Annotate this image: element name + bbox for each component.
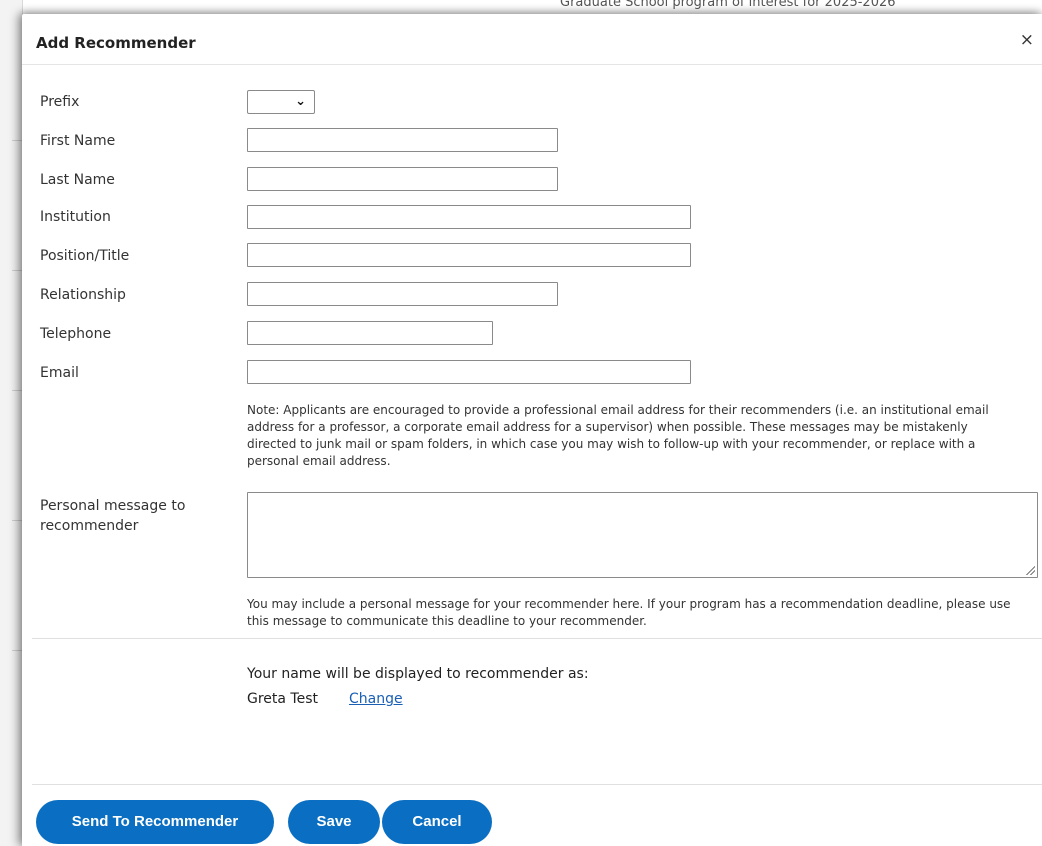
relationship-label: Relationship xyxy=(40,287,126,303)
telephone-input[interactable] xyxy=(247,321,493,345)
chevron-down-icon: ⌄ xyxy=(295,94,306,109)
background-divider xyxy=(12,390,22,391)
cancel-button[interactable]: Cancel xyxy=(382,800,492,844)
dialog-title: Add Recommender xyxy=(36,34,196,52)
last-name-label: Last Name xyxy=(40,172,115,188)
section-divider xyxy=(32,638,1042,639)
background-divider xyxy=(12,140,22,141)
display-name-label: Your name will be displayed to recommend… xyxy=(247,666,589,682)
prefix-label: Prefix xyxy=(40,94,80,110)
send-to-recommender-button[interactable]: Send To Recommender xyxy=(36,800,274,844)
prefix-select[interactable]: ⌄ xyxy=(247,90,315,114)
first-name-input[interactable] xyxy=(247,128,558,152)
background-divider xyxy=(12,650,22,651)
institution-input[interactable] xyxy=(247,205,691,229)
telephone-label: Telephone xyxy=(40,326,112,342)
personal-message-note: You may include a personal message for y… xyxy=(247,597,1011,628)
dialog-header: Add Recommender × xyxy=(22,14,1042,65)
position-title-label: Position/Title xyxy=(40,248,130,264)
background-divider xyxy=(12,520,22,521)
add-recommender-dialog: Add Recommender × Prefix ⌄ First Name La… xyxy=(22,14,1042,846)
email-note: Note: Applicants are encouraged to provi… xyxy=(247,403,989,468)
email-input[interactable] xyxy=(247,360,691,384)
close-icon[interactable]: × xyxy=(1020,30,1034,50)
position-title-input[interactable] xyxy=(247,243,691,267)
relationship-input[interactable] xyxy=(247,282,558,306)
first-name-label: First Name xyxy=(40,133,116,149)
institution-label: Institution xyxy=(40,209,111,225)
save-button[interactable]: Save xyxy=(288,800,380,844)
personal-message-label: Personal message to recommender xyxy=(40,498,186,534)
change-name-link[interactable]: Change xyxy=(349,690,403,708)
email-label: Email xyxy=(40,365,79,381)
page: Graduate School program of interest for … xyxy=(0,0,1042,846)
background-left-strip xyxy=(0,0,23,846)
background-header-text: Graduate School program of interest for … xyxy=(560,0,896,10)
last-name-input[interactable] xyxy=(247,167,558,191)
resize-grip-icon[interactable] xyxy=(1025,565,1035,575)
display-name-value: Greta Test xyxy=(247,691,318,707)
personal-message-textarea[interactable] xyxy=(247,492,1038,578)
background-divider xyxy=(12,270,22,271)
footer-divider xyxy=(32,784,1042,785)
